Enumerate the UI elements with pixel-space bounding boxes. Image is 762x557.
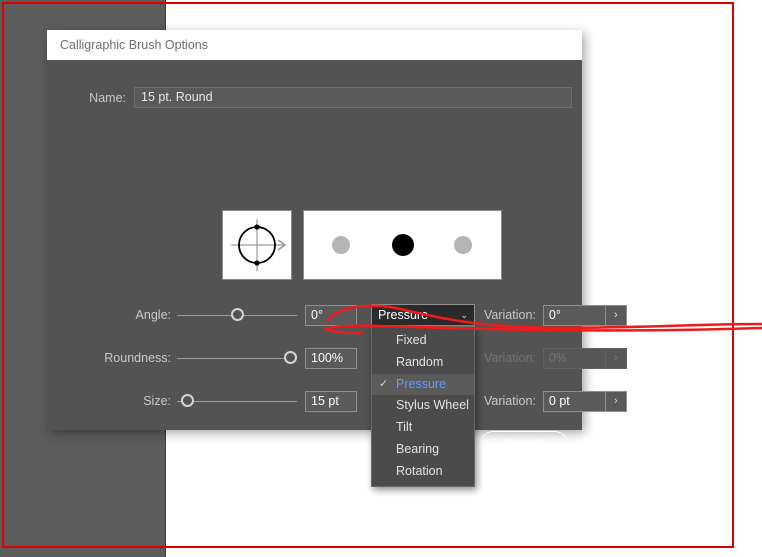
dropdown-item-random[interactable]: Random <box>372 352 474 374</box>
roundness-slider[interactable] <box>177 347 297 369</box>
roundness-variation-input: 0% <box>542 347 605 369</box>
dropdown-item-rotation[interactable]: Rotation <box>372 461 474 483</box>
roundness-slider-track <box>177 358 297 359</box>
dialog-titlebar: Calligraphic Brush Options <box>47 30 582 60</box>
dropdown-item-stylus-wheel[interactable]: Stylus Wheel <box>372 395 474 417</box>
roundness-variation-label: Variation: <box>484 351 536 365</box>
stroke-dot-center <box>392 234 414 256</box>
stroke-dot-left <box>332 236 350 254</box>
roundness-variation-group: Variation: 0% › <box>484 347 627 369</box>
stroke-dot-right <box>454 236 472 254</box>
angle-variation-label: Variation: <box>484 308 536 322</box>
angle-slider-knob[interactable] <box>230 308 244 321</box>
variation-method-select-value: Pressure <box>378 308 429 322</box>
roundness-slider-knob[interactable] <box>284 351 297 364</box>
dropdown-item-label: Stylus Wheel <box>396 398 469 413</box>
dropdown-item-label: Pressure <box>396 376 447 391</box>
size-variation-label: Variation: <box>484 394 536 408</box>
dialog-title: Calligraphic Brush Options <box>60 38 208 52</box>
cancel-button[interactable]: Cancel <box>480 431 568 457</box>
name-row: Name: 15 pt. Round <box>47 87 582 108</box>
dropdown-item-label: Tilt <box>396 420 413 435</box>
dropdown-item-pressure[interactable]: ✓ Pressure <box>372 373 474 396</box>
size-variation-stepper[interactable]: › <box>604 390 627 412</box>
variation-method-select[interactable]: Pressure ⌄ <box>371 304 475 326</box>
brush-stroke-preview <box>303 210 502 280</box>
dropdown-item-label: Random <box>396 354 444 369</box>
angle-value-input[interactable]: 0° <box>305 304 357 326</box>
dropdown-item-tilt[interactable]: Tilt <box>372 417 474 439</box>
roundness-value-input[interactable]: 100% <box>305 347 357 369</box>
size-slider[interactable] <box>177 390 297 412</box>
calligraphic-brush-options-dialog: Calligraphic Brush Options Name: 15 pt. … <box>47 30 627 487</box>
size-variation-input[interactable]: 0 pt <box>542 390 605 412</box>
dropdown-item-label: Bearing <box>396 441 440 456</box>
roundness-variation-stepper: › <box>604 347 627 369</box>
angle-variation-input[interactable]: 0° <box>542 304 605 326</box>
brush-shape-diagram <box>231 219 287 271</box>
check-icon: ✓ <box>379 377 389 390</box>
angle-variation-group: Variation: 0° › <box>484 304 627 326</box>
brush-name-input[interactable]: 15 pt. Round <box>134 87 572 108</box>
size-slider-knob[interactable] <box>181 394 195 407</box>
size-label: Size: <box>143 394 171 408</box>
dialog-button-row: OK Cancel <box>47 431 582 457</box>
chevron-down-icon: ⌄ <box>460 309 468 320</box>
brush-shape-preview[interactable] <box>222 210 292 280</box>
angle-slider[interactable] <box>177 304 297 326</box>
dialog-body: Name: 15 pt. Round Angle: 0° Roundness: … <box>47 60 627 487</box>
screenshot-root: Calligraphic Brush Options Name: 15 pt. … <box>0 0 762 557</box>
dropdown-item-label: Fixed <box>396 333 427 347</box>
dropdown-item-label: Rotation <box>396 463 443 478</box>
dropdown-item-bearing[interactable]: Bearing <box>372 439 474 461</box>
name-label: Name: <box>89 90 126 105</box>
variation-method-dropdown: Fixed Random ✓ Pressure Stylus Wheel Til… <box>371 326 475 487</box>
size-variation-group: Variation: 0 pt › <box>484 390 627 412</box>
size-value-input[interactable]: 15 pt <box>305 390 357 412</box>
roundness-label: Roundness: <box>104 351 171 365</box>
angle-label: Angle: <box>135 308 171 322</box>
size-slider-track <box>177 401 297 402</box>
angle-variation-stepper[interactable]: › <box>604 304 627 326</box>
dropdown-item-fixed[interactable]: Fixed <box>372 330 474 352</box>
